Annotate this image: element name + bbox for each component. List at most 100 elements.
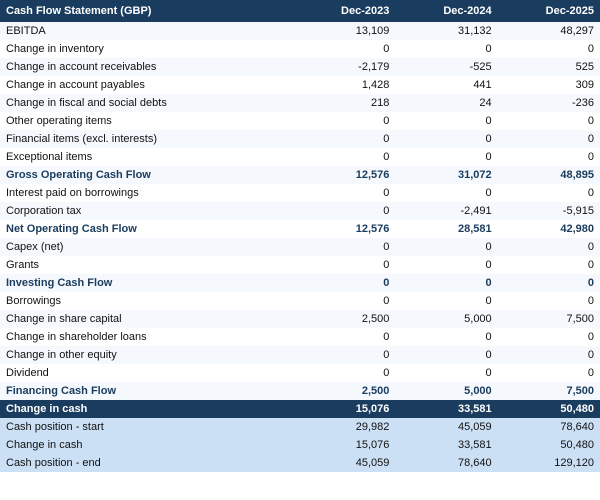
row-val-2023: -2,179 <box>293 58 395 76</box>
table-row: Change in cash15,07633,58150,480 <box>0 400 600 418</box>
table-row: Change in fiscal and social debts21824-2… <box>0 94 600 112</box>
row-val-2025: 129,120 <box>498 454 600 472</box>
table-row: Financing Cash Flow2,5005,0007,500 <box>0 382 600 400</box>
row-label: Dividend <box>0 364 293 382</box>
row-val-2024: 0 <box>395 328 497 346</box>
row-val-2025: 50,480 <box>498 400 600 418</box>
row-label: Other operating items <box>0 112 293 130</box>
row-val-2025: 309 <box>498 76 600 94</box>
row-val-2025: 0 <box>498 184 600 202</box>
row-val-2023: 13,109 <box>293 22 395 40</box>
table-row: Dividend000 <box>0 364 600 382</box>
row-label: Net Operating Cash Flow <box>0 220 293 238</box>
table-row: EBITDA13,10931,13248,297 <box>0 22 600 40</box>
table-row: Change in share capital2,5005,0007,500 <box>0 310 600 328</box>
row-val-2024: 28,581 <box>395 220 497 238</box>
row-val-2024: 5,000 <box>395 382 497 400</box>
row-val-2025: 0 <box>498 292 600 310</box>
table-row: Change in inventory000 <box>0 40 600 58</box>
row-label: Change in fiscal and social debts <box>0 94 293 112</box>
table-row: Investing Cash Flow000 <box>0 274 600 292</box>
row-val-2023: 0 <box>293 238 395 256</box>
row-label: Change in shareholder loans <box>0 328 293 346</box>
row-val-2023: 0 <box>293 112 395 130</box>
row-label: Change in other equity <box>0 346 293 364</box>
row-val-2023: 0 <box>293 148 395 166</box>
row-label: Exceptional items <box>0 148 293 166</box>
row-label: EBITDA <box>0 22 293 40</box>
row-val-2024: 0 <box>395 130 497 148</box>
row-val-2025: 0 <box>498 238 600 256</box>
table-row: Gross Operating Cash Flow12,57631,07248,… <box>0 166 600 184</box>
row-val-2023: 0 <box>293 202 395 220</box>
row-val-2024: 5,000 <box>395 310 497 328</box>
row-val-2023: 0 <box>293 346 395 364</box>
row-val-2024: 0 <box>395 256 497 274</box>
row-label: Corporation tax <box>0 202 293 220</box>
row-val-2024: 0 <box>395 274 497 292</box>
row-val-2023: 12,576 <box>293 220 395 238</box>
row-val-2023: 0 <box>293 274 395 292</box>
row-label: Change in account receivables <box>0 58 293 76</box>
table-row: Grants000 <box>0 256 600 274</box>
table-row: Change in other equity000 <box>0 346 600 364</box>
row-val-2025: 0 <box>498 256 600 274</box>
row-val-2023: 15,076 <box>293 436 395 454</box>
row-val-2023: 218 <box>293 94 395 112</box>
row-val-2025: 78,640 <box>498 418 600 436</box>
row-val-2024: 441 <box>395 76 497 94</box>
row-val-2023: 0 <box>293 256 395 274</box>
row-val-2023: 0 <box>293 184 395 202</box>
row-val-2023: 15,076 <box>293 400 395 418</box>
row-label: Borrowings <box>0 292 293 310</box>
row-val-2025: 7,500 <box>498 382 600 400</box>
col-header-2023: Dec-2023 <box>293 0 395 22</box>
row-val-2024: 0 <box>395 292 497 310</box>
table-row: Capex (net)000 <box>0 238 600 256</box>
row-label: Change in cash <box>0 436 293 454</box>
row-val-2025: 525 <box>498 58 600 76</box>
row-val-2025: 0 <box>498 130 600 148</box>
row-val-2024: 0 <box>395 346 497 364</box>
table-row: Exceptional items000 <box>0 148 600 166</box>
row-val-2025: 50,480 <box>498 436 600 454</box>
row-val-2025: 0 <box>498 346 600 364</box>
row-label: Change in inventory <box>0 40 293 58</box>
row-val-2023: 29,982 <box>293 418 395 436</box>
row-val-2024: 31,072 <box>395 166 497 184</box>
row-val-2024: 0 <box>395 364 497 382</box>
row-label: Capex (net) <box>0 238 293 256</box>
table-row: Cash position - start29,98245,05978,640 <box>0 418 600 436</box>
row-val-2024: 24 <box>395 94 497 112</box>
row-val-2024: 33,581 <box>395 400 497 418</box>
row-val-2023: 2,500 <box>293 310 395 328</box>
row-label: Investing Cash Flow <box>0 274 293 292</box>
row-val-2025: 0 <box>498 328 600 346</box>
row-val-2023: 0 <box>293 328 395 346</box>
row-val-2023: 12,576 <box>293 166 395 184</box>
table-row: Financial items (excl. interests)000 <box>0 130 600 148</box>
row-val-2025: -5,915 <box>498 202 600 220</box>
table-row: Change in shareholder loans000 <box>0 328 600 346</box>
row-label: Change in account payables <box>0 76 293 94</box>
row-label: Financial items (excl. interests) <box>0 130 293 148</box>
row-label: Interest paid on borrowings <box>0 184 293 202</box>
row-val-2024: 45,059 <box>395 418 497 436</box>
table-row: Corporation tax0-2,491-5,915 <box>0 202 600 220</box>
table-row: Change in account payables1,428441309 <box>0 76 600 94</box>
row-val-2025: 0 <box>498 364 600 382</box>
row-val-2024: -2,491 <box>395 202 497 220</box>
row-val-2025: 0 <box>498 112 600 130</box>
row-val-2024: 0 <box>395 148 497 166</box>
row-label: Change in cash <box>0 400 293 418</box>
row-label: Grants <box>0 256 293 274</box>
row-val-2023: 0 <box>293 292 395 310</box>
table-row: Change in account receivables-2,179-5255… <box>0 58 600 76</box>
row-val-2024: 31,132 <box>395 22 497 40</box>
row-val-2023: 0 <box>293 364 395 382</box>
row-label: Cash position - start <box>0 418 293 436</box>
row-val-2025: -236 <box>498 94 600 112</box>
table-row: Interest paid on borrowings000 <box>0 184 600 202</box>
row-label: Cash position - end <box>0 454 293 472</box>
row-val-2024: 33,581 <box>395 436 497 454</box>
